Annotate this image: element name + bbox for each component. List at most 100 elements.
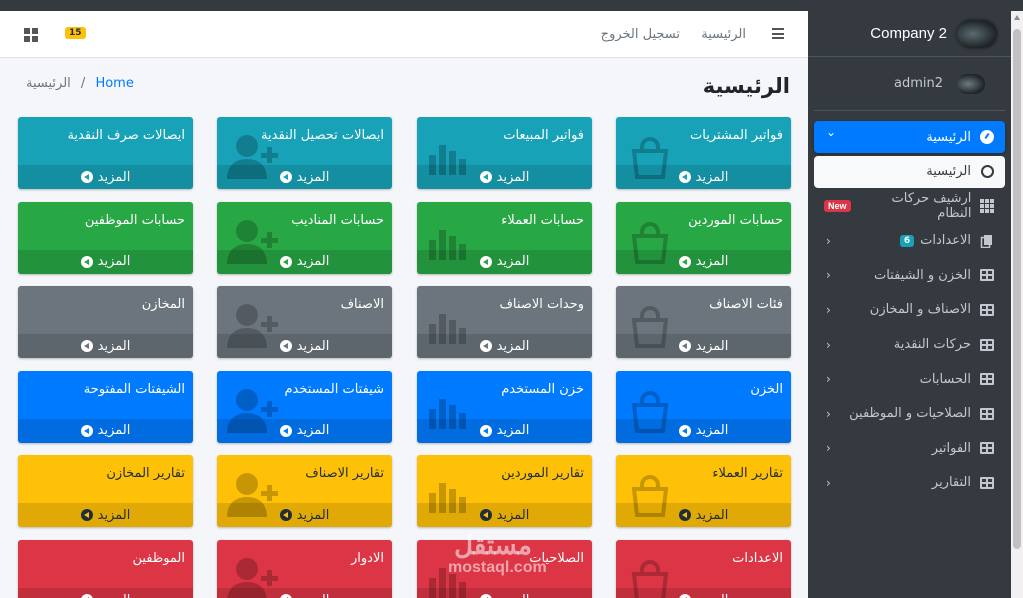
dashboard-tile[interactable]: حسابات الموردين المزيد [616, 201, 791, 274]
sidebar-item[interactable]: الفواتير ‹ [814, 432, 1005, 464]
main-area: الرئيسية تسجيل الخروج 15 الرئيسية الرئيس… [0, 11, 808, 598]
scrollbar[interactable] [1011, 11, 1023, 598]
arrow-circle-icon [279, 340, 292, 353]
tile-more-link[interactable]: المزيد [217, 588, 392, 598]
window-top-strip [0, 0, 1023, 11]
arrow-circle-icon [479, 594, 492, 598]
sidebar-item-label: الاصناف و المخازن [869, 302, 971, 318]
tile-more-link[interactable]: المزيد [217, 503, 392, 528]
dashboard-tile[interactable]: الموظفين المزيد [18, 540, 193, 598]
sidebar-item[interactable]: التقارير ‹ [814, 467, 1005, 499]
tile-more-link[interactable]: المزيد [217, 334, 392, 359]
dashboard-tile[interactable]: الشيفتات المفتوحة المزيد [18, 370, 193, 443]
tile-more-link[interactable]: المزيد [18, 249, 193, 274]
sidebar-item[interactable]: الحسابات ‹ [814, 363, 1005, 395]
dashboard-tile[interactable]: ايصالات صرف النقدية المزيد [18, 117, 193, 189]
dashboard-tile[interactable]: وحدات الاصناف المزيد [417, 286, 592, 359]
chevron-left-icon: ‹ [826, 441, 831, 456]
dashboard-tile[interactable]: تقارير الموردين المزيد [417, 455, 592, 528]
tile-more-link[interactable]: المزيد [616, 249, 791, 274]
sidebar-item[interactable]: الاصناف و المخازن ‹ [814, 294, 1005, 326]
brand[interactable]: Company 2 [808, 11, 1011, 57]
dashboard-tile[interactable]: الخزن المزيد [616, 370, 791, 443]
more-label: المزيد [97, 507, 131, 523]
tile-more-link[interactable]: المزيد [217, 418, 392, 443]
tile-title: تقارير المخازن [106, 466, 185, 482]
sidebar-item[interactable]: ارشيف حركات النظام New [814, 190, 1005, 222]
more-label: المزيد [496, 169, 530, 185]
sidebar-item[interactable]: الصلاحيات و الموظفين ‹ [814, 398, 1005, 430]
user-panel[interactable]: admin2 [814, 57, 1005, 111]
dashboard-tile[interactable]: فواتير المشتريات المزيد [616, 117, 791, 189]
tile-title: فئات الاصناف [709, 297, 783, 313]
dashboard-tile[interactable]: حسابات العملاء المزيد [417, 201, 592, 274]
tile-more-link[interactable]: المزيد [616, 418, 791, 443]
tile-more-link[interactable]: المزيد [616, 165, 791, 189]
sidebar-item-label: الحسابات [919, 371, 971, 387]
dashboard-tile[interactable]: تقارير العملاء المزيد [616, 455, 791, 528]
more-label: المزيد [296, 254, 330, 270]
dashboard-tile[interactable]: خزن المستخدم المزيد [417, 370, 592, 443]
table-icon [979, 371, 995, 387]
arrow-circle-icon [279, 171, 292, 183]
sidebar-item[interactable]: الرئيسية [814, 155, 1005, 188]
sidebar-item[interactable]: حركات النقدية ‹ [814, 329, 1005, 361]
breadcrumb: الرئيسية / Home [26, 76, 134, 91]
dashboard-icon [979, 129, 995, 145]
more-label: المزيد [695, 254, 729, 270]
menu-toggle-icon[interactable] [772, 28, 784, 39]
chevron-left-icon: ‹ [826, 406, 831, 421]
scroll-up-arrow-icon[interactable] [1014, 15, 1020, 20]
dashboard-tile[interactable]: ايصالات تحصيل النقدية المزيد [217, 117, 392, 189]
avatar [957, 73, 985, 94]
tile-more-link[interactable]: المزيد [417, 588, 592, 598]
breadcrumb-current: الرئيسية [26, 76, 71, 91]
more-label: المزيد [98, 593, 131, 598]
dashboard-tile[interactable]: حسابات الموظفين المزيد [18, 201, 193, 274]
nav-logout-link[interactable]: تسجيل الخروج [601, 27, 680, 42]
sidebar-item[interactable]: الاعدادات 6 ‹ [814, 225, 1005, 257]
more-label: المزيد [97, 254, 131, 270]
tile-more-link[interactable]: المزيد [616, 588, 791, 598]
dashboard-tile[interactable]: المخازن المزيد [18, 286, 193, 359]
copy-icon [979, 233, 995, 249]
dashboard-tile[interactable]: تقارير المخازن المزيد [18, 455, 193, 528]
sidebar-item[interactable]: الخزن و الشيفتات ‹ [814, 259, 1005, 291]
user-name: admin2 [893, 76, 943, 91]
dashboard-tile[interactable]: الاصناف المزيد [217, 286, 392, 359]
tile-more-link[interactable]: المزيد [417, 249, 592, 274]
sidebar-item-label: الخزن و الشيفتات [873, 267, 971, 283]
tile-more-link[interactable]: المزيد [18, 165, 193, 189]
tile-more-link[interactable]: المزيد [616, 334, 791, 359]
tile-more-link[interactable]: المزيد [18, 588, 193, 598]
tile-more-link[interactable]: المزيد [18, 418, 193, 443]
dashboard-tile[interactable]: تقارير الاصناف المزيد [217, 455, 392, 528]
dashboard-tile[interactable]: حسابات المناديب المزيد [217, 201, 392, 274]
dashboard-tile[interactable]: الاعدادات المزيد [616, 540, 791, 598]
top-navbar: الرئيسية تسجيل الخروج 15 [0, 11, 808, 58]
scrollbar-thumb[interactable] [1013, 29, 1021, 549]
tile-title: الاعدادات [732, 551, 783, 566]
sidebar: Company 2 admin2 الرئيسية ⌄ الرئيسية ارشيف … [808, 11, 1011, 598]
tile-title: تقارير الموردين [501, 466, 584, 482]
tile-more-link[interactable]: المزيد [417, 165, 592, 189]
tile-more-link[interactable]: المزيد [18, 334, 193, 359]
breadcrumb-home-link[interactable]: Home [95, 76, 133, 91]
dashboard-tile[interactable]: فئات الاصناف المزيد [616, 286, 791, 359]
apps-grid-icon[interactable] [24, 28, 38, 42]
tile-more-link[interactable]: المزيد [18, 503, 193, 528]
tile-more-link[interactable]: المزيد [616, 503, 791, 528]
dashboard-tile[interactable]: شيفتات المستخدم المزيد [217, 370, 392, 443]
sidebar-item[interactable]: الرئيسية ⌄ [814, 121, 1005, 153]
notifications-badge[interactable]: 15 [65, 27, 86, 39]
tile-more-link[interactable]: المزيد [217, 249, 392, 274]
tile-more-link[interactable]: المزيد [417, 418, 592, 443]
arrow-circle-icon [479, 171, 492, 183]
tile-more-link[interactable]: المزيد [417, 503, 592, 528]
tile-more-link[interactable]: المزيد [217, 165, 392, 189]
arrow-circle-icon [678, 340, 691, 353]
dashboard-tile[interactable]: فواتير المبيعات المزيد [417, 117, 592, 189]
nav-home-link[interactable]: الرئيسية [701, 27, 746, 42]
dashboard-tile[interactable]: الادوار المزيد [217, 540, 392, 598]
tile-more-link[interactable]: المزيد [417, 334, 592, 359]
